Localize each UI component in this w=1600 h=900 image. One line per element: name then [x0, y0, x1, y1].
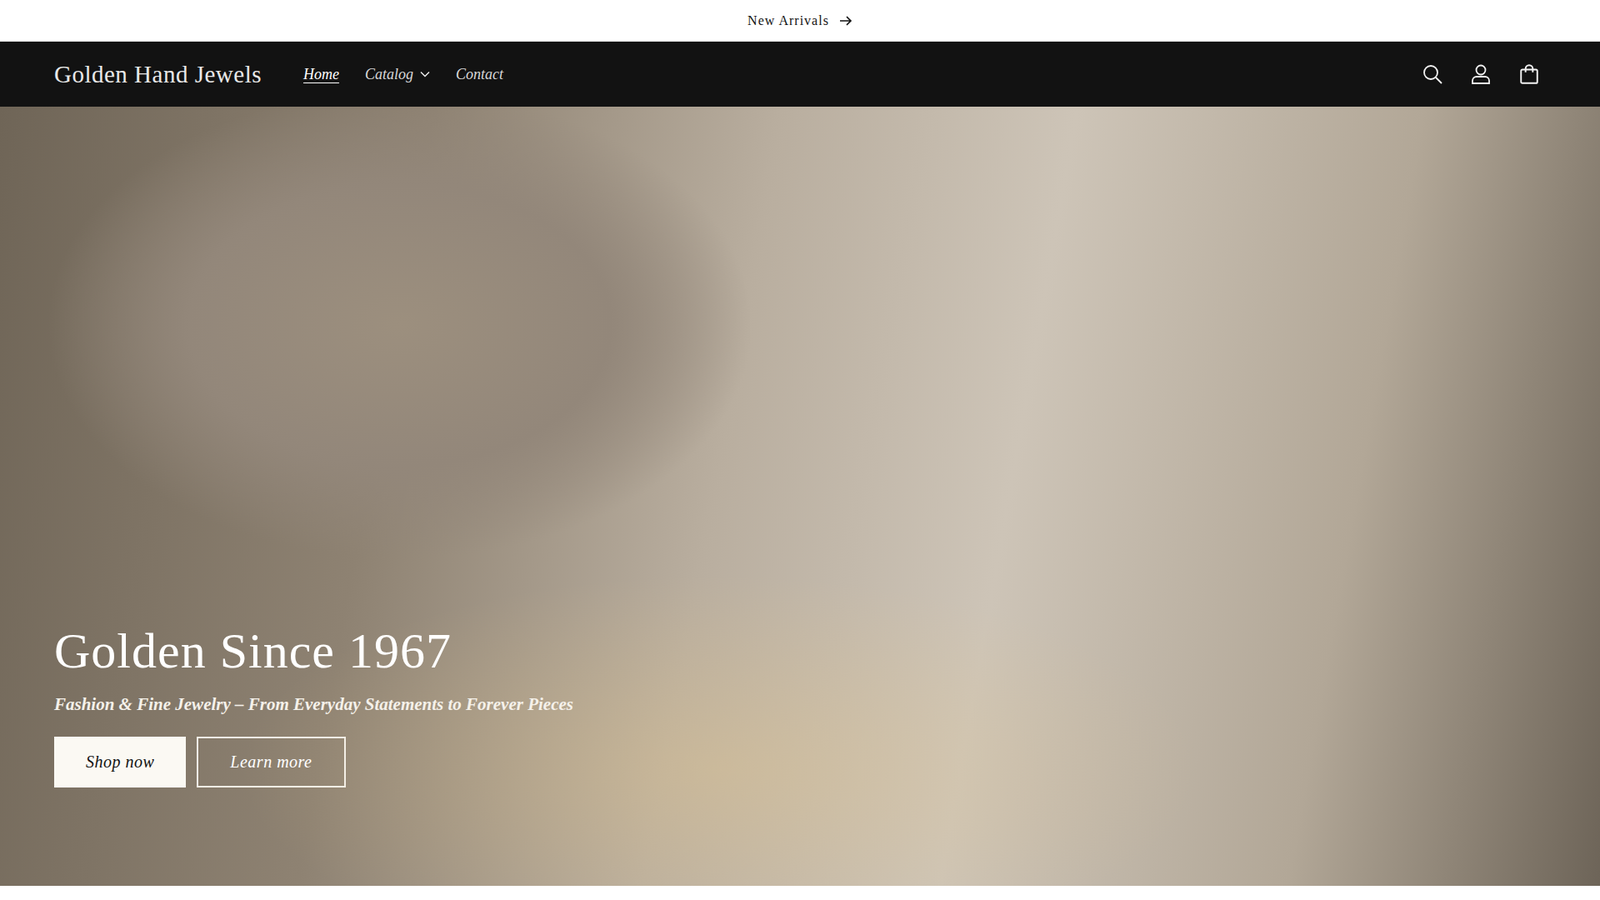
hero-banner: Golden Since 1967 Fashion & Fine Jewelry… [0, 106, 1600, 886]
cart-icon[interactable] [1518, 63, 1540, 85]
hero-content: Golden Since 1967 Fashion & Fine Jewelry… [54, 620, 1546, 788]
hero-subtitle: Fashion & Fine Jewelry – From Everyday S… [54, 694, 574, 715]
account-icon[interactable] [1470, 63, 1492, 85]
nav-item[interactable]: Home [303, 65, 340, 84]
page-below [0, 885, 1600, 900]
arrow-right-icon [839, 15, 853, 26]
chevron-down-icon [420, 70, 430, 78]
page: New Arrivals Golden Hand Jewels Home Cat… [0, 0, 1600, 900]
hero-button[interactable]: Shop now [54, 736, 186, 788]
main-nav: Home Catalog Contact [303, 65, 504, 84]
hero-buttons: Shop nowLearn more [54, 736, 346, 788]
hero-title: Golden Since 1967 [54, 620, 452, 681]
logo[interactable]: Golden Hand Jewels [54, 60, 262, 89]
announcement-bar[interactable]: New Arrivals [0, 0, 1600, 42]
announcement-text[interactable]: New Arrivals [747, 13, 830, 29]
site-header: Golden Hand Jewels Home Catalog Contact [0, 41, 1600, 107]
hero-button[interactable]: Learn more [196, 736, 345, 788]
nav-item[interactable]: Contact [455, 65, 504, 84]
search-icon[interactable] [1421, 63, 1444, 85]
nav-item[interactable]: Catalog [365, 65, 430, 84]
